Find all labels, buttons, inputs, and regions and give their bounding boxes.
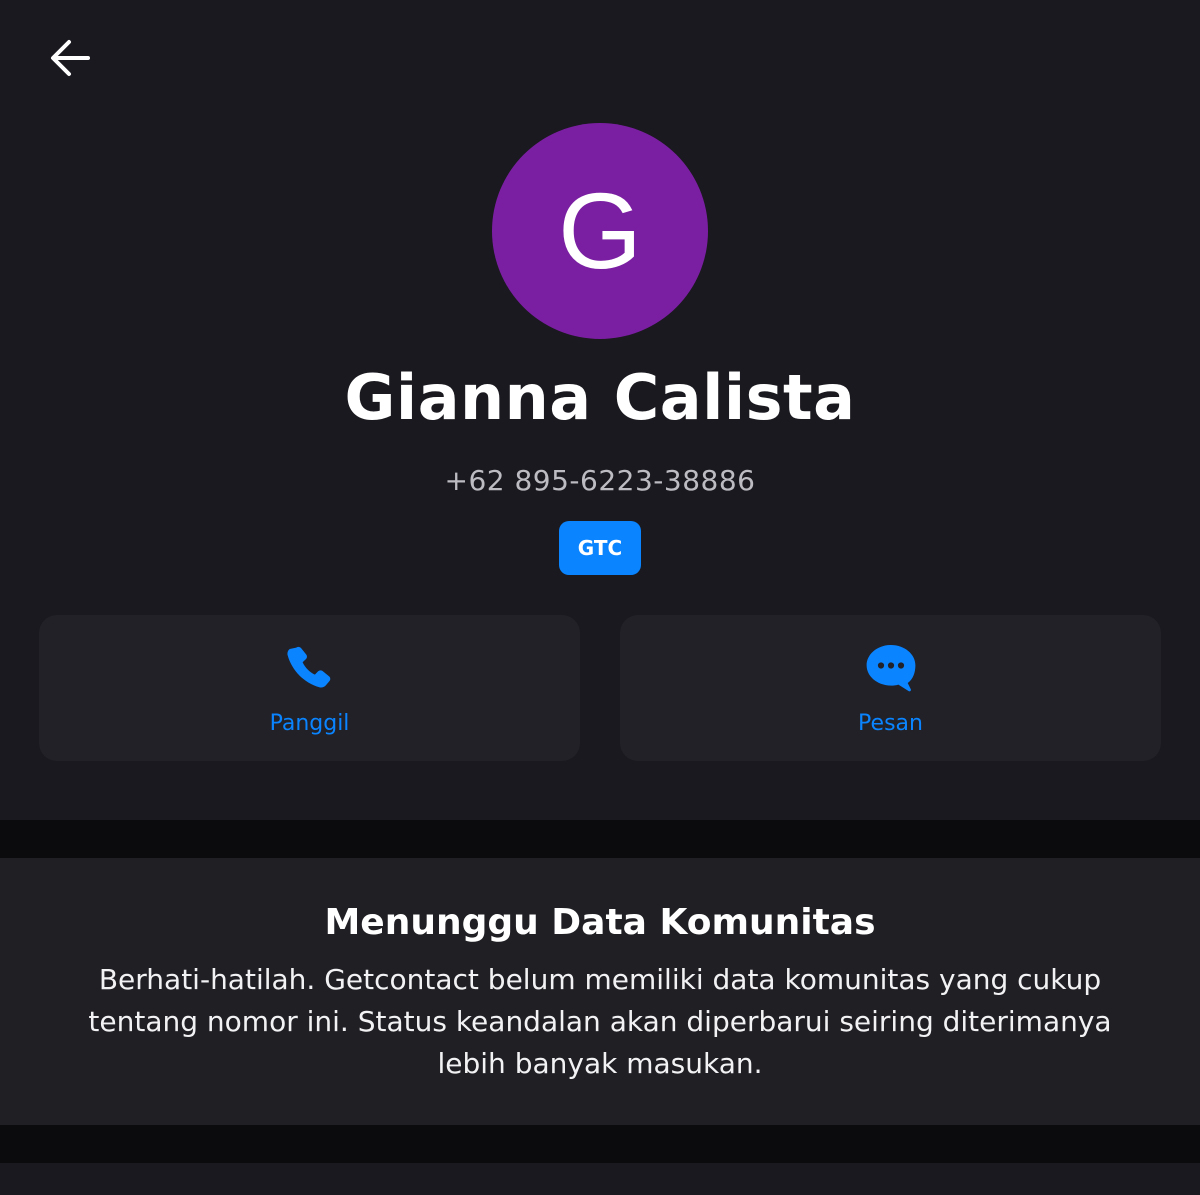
- contact-detail-screen: G Gianna Calista +62 895-6223-38886 GTC …: [0, 0, 1200, 1195]
- phone-number: +62 895-6223-38886: [444, 464, 756, 497]
- call-label: Panggil: [269, 711, 350, 736]
- contact-name: Gianna Calista: [344, 361, 856, 434]
- community-title: Menunggu Data Komunitas: [324, 902, 876, 943]
- profile-section: G Gianna Calista +62 895-6223-38886 GTC …: [0, 0, 1200, 820]
- community-description: Berhati-hatilah. Getcontact belum memili…: [88, 963, 1112, 1080]
- gtc-badge[interactable]: GTC: [559, 521, 641, 575]
- bottom-content-edge: [0, 1163, 1200, 1195]
- avatar-initial: G: [557, 170, 642, 291]
- chat-bubble-icon: [863, 641, 919, 697]
- message-label: Pesan: [858, 711, 923, 736]
- back-button[interactable]: [40, 28, 100, 88]
- message-button[interactable]: Pesan: [620, 615, 1161, 761]
- arrow-left-icon: [51, 40, 90, 76]
- phone-icon: [282, 641, 338, 697]
- avatar: G: [492, 123, 708, 339]
- call-button[interactable]: Panggil: [39, 615, 580, 761]
- community-data-section: Menunggu Data Komunitas Berhati-hatilah.…: [0, 858, 1200, 1125]
